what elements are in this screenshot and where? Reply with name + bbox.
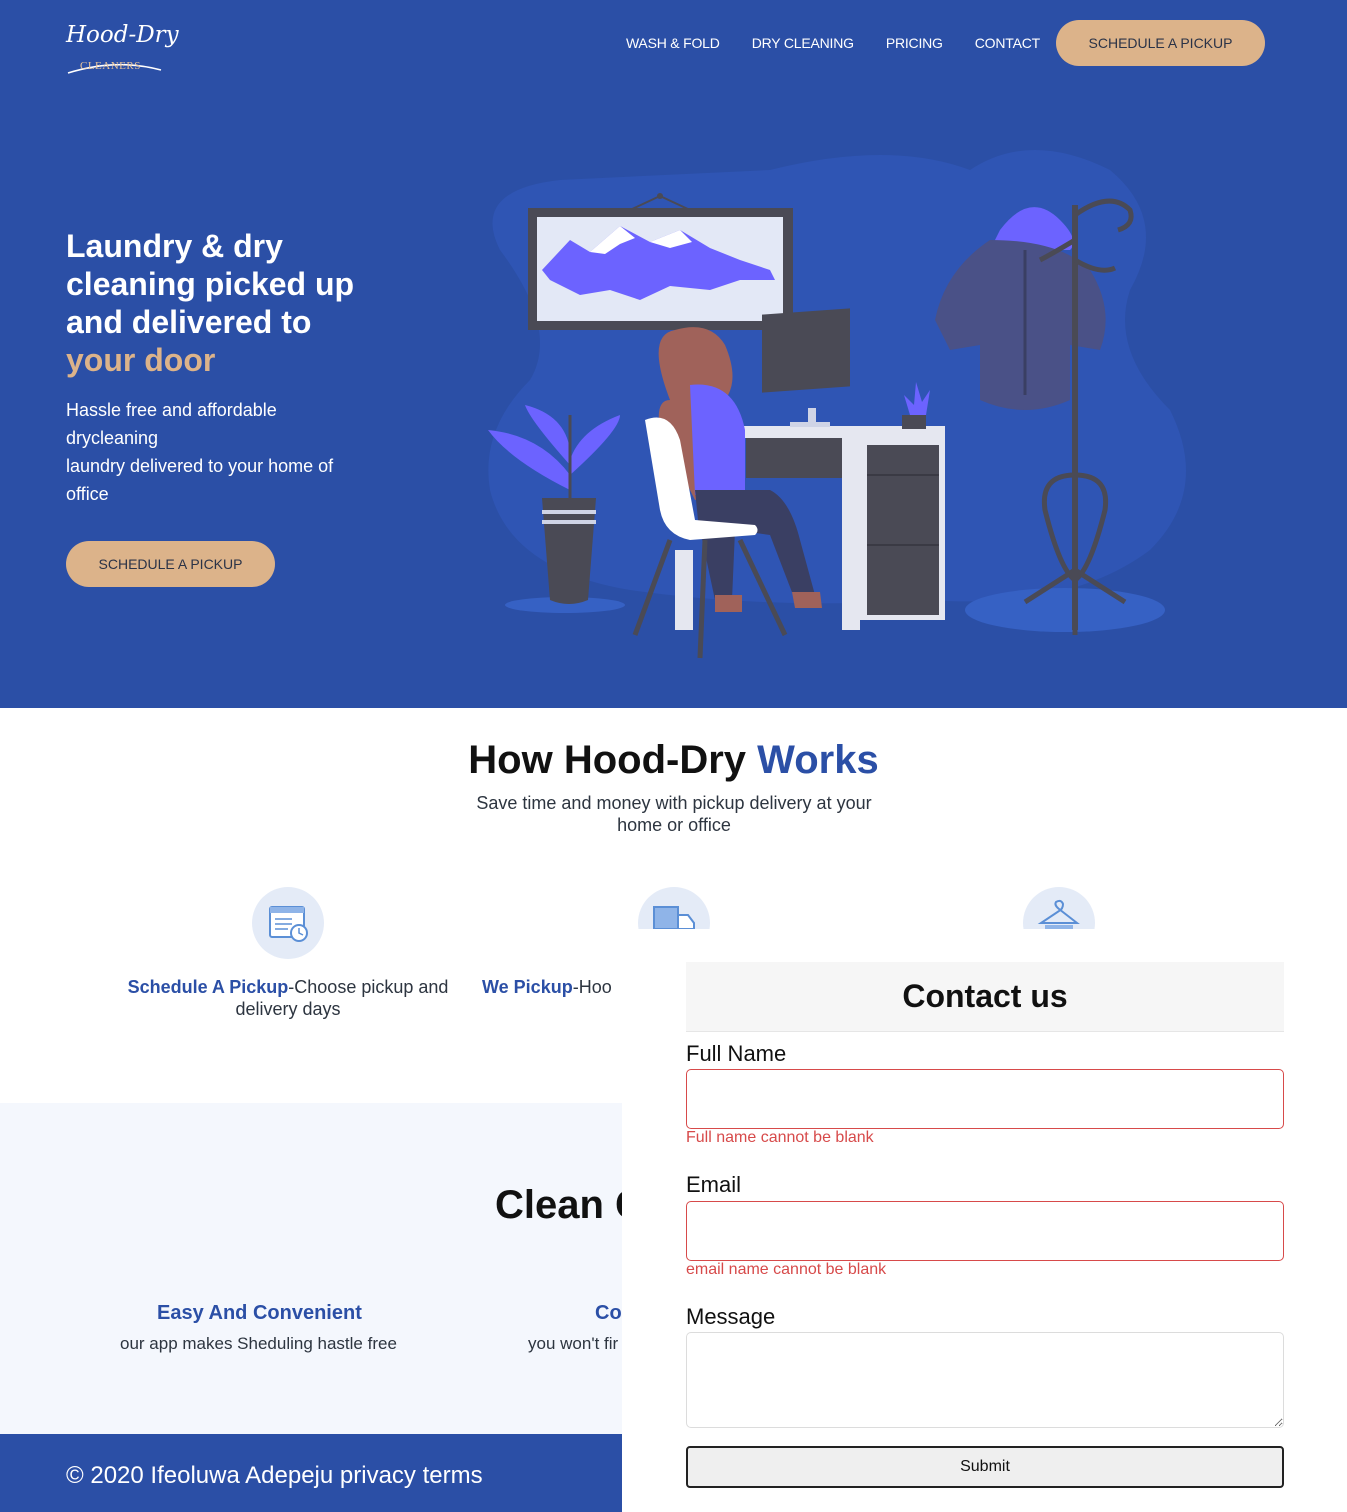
feature-title: Co [595,1302,622,1324]
step-we-pickup-text: -Hoo [572,977,612,997]
feature-text: you won't fir [528,1334,619,1353]
nav-dry-cleaning[interactable]: DRY CLEANING [752,35,854,51]
hero-subtitle-line: Hassle free and affordable [66,400,277,420]
nav-pricing[interactable]: PRICING [886,35,943,51]
email-error: email name cannot be blank [686,1261,887,1278]
brand-logo[interactable]: Hood-Dry CLEANERS [66,20,186,80]
brand-name: Hood-Dry [66,22,179,48]
full-name-label: Full Name [686,1041,787,1066]
full-name-input[interactable] [686,1069,1284,1129]
hero-title: Laundry & dry cleaning picked up and del… [66,227,386,379]
woman-at-desk-illustration [488,150,1186,659]
hero-section: Hood-Dry CLEANERS WASH & FOLD DRY CLEANI… [0,0,1347,708]
how-subtitle: Save time and money with pickup delivery… [476,793,872,835]
step-schedule-pickup-title: Schedule A Pickup [127,977,289,997]
hero-subtitle-line: office [66,484,109,504]
feature-title: Easy And Convenient [157,1302,362,1324]
hero-subtitle: Hassle free and affordable drycleaning l… [66,396,366,508]
hero-title-main: Laundry & dry cleaning picked up and del… [66,228,355,340]
submit-button[interactable]: Submit [686,1446,1284,1488]
email-input[interactable] [686,1201,1284,1261]
hero-title-accent: your door [66,342,216,378]
message-textarea[interactable] [686,1332,1284,1428]
hero-schedule-pickup-button[interactable]: SCHEDULE A PICKUP [66,541,275,587]
contact-title: Contact us [686,962,1284,1032]
step-we-pickup: We Pickup-Hoo [482,976,612,998]
how-title-main: How Hood-Dry [468,738,758,782]
main-nav: WASH & FOLD DRY CLEANING PRICING CONTACT… [594,20,1265,66]
message-label: Message [686,1304,776,1329]
hero-subtitle-line: drycleaning [66,428,159,448]
brand-sub: CLEANERS [80,60,141,72]
nav-schedule-pickup-button[interactable]: SCHEDULE A PICKUP [1056,20,1265,66]
email-label: Email [686,1172,742,1197]
calendar-clock-icon [252,887,324,959]
step-schedule-pickup: Schedule A Pickup-Choose pickup and deli… [110,976,466,1020]
full-name-error: Full name cannot be blank [686,1129,874,1146]
feature-text: our app makes Sheduling hastle free [120,1334,397,1353]
nav-contact[interactable]: CONTACT [975,35,1040,51]
step-we-pickup-title: We Pickup [482,977,573,997]
nav-wash-fold[interactable]: WASH & FOLD [626,35,720,51]
how-title-accent: Works [757,738,879,782]
hero-subtitle-line: laundry delivered to your home of [66,456,334,476]
how-title: How Hood-Dry Works [0,738,1347,783]
footer-text: © 2020 Ifeoluwa Adepeju privacy terms [66,1462,483,1489]
contact-panel: Contact us Full Name Full name cannot be… [622,929,1347,1512]
